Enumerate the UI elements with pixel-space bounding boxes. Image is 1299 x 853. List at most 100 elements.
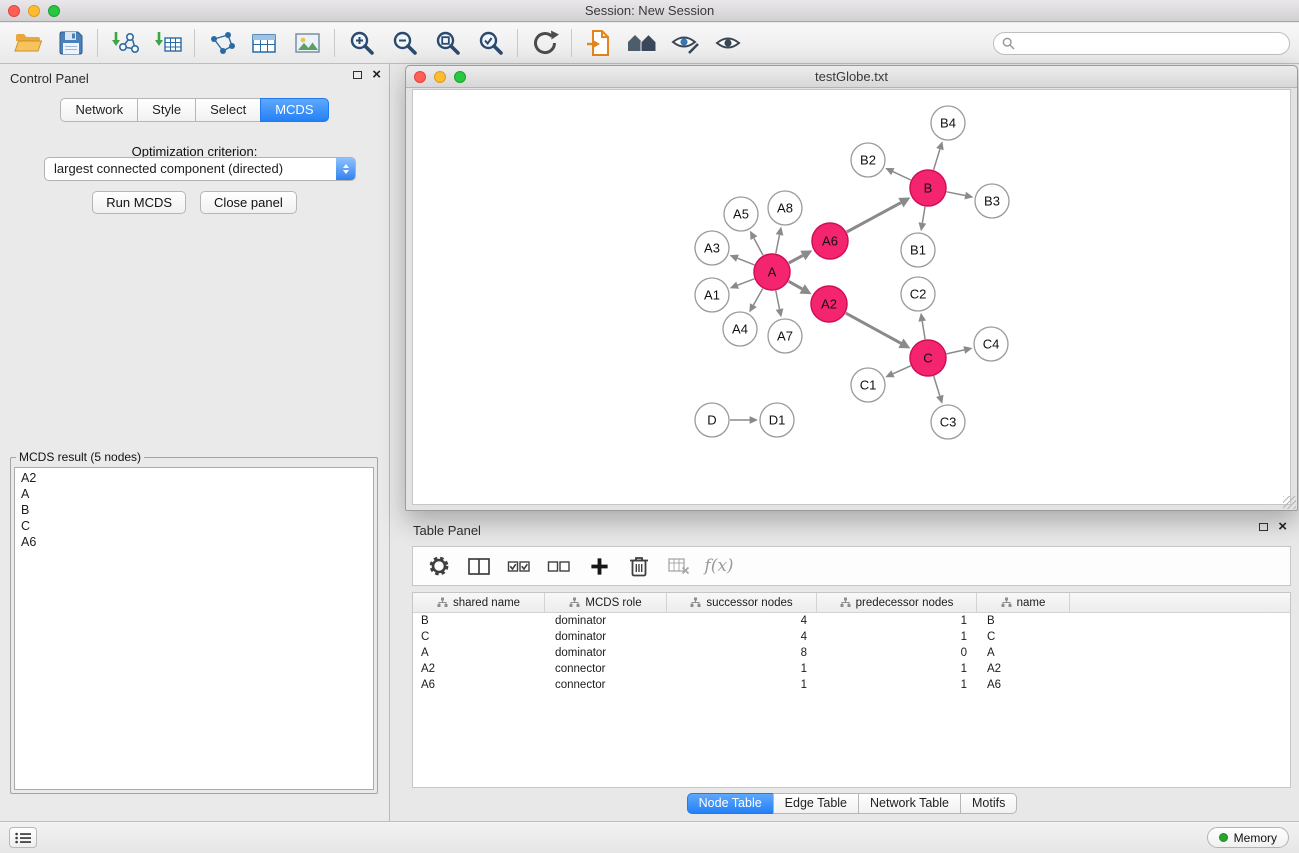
graph-node-B[interactable]: B bbox=[910, 170, 946, 206]
graph-node-B4[interactable]: B4 bbox=[931, 106, 965, 140]
graph-edge-A-A2[interactable] bbox=[789, 281, 803, 289]
style-preview-button[interactable] bbox=[663, 25, 706, 61]
close-panel-icon[interactable]: × bbox=[372, 70, 381, 80]
new-table-button[interactable] bbox=[243, 25, 286, 61]
zoom-selected-button[interactable] bbox=[469, 25, 512, 61]
graph-node-D1[interactable]: D1 bbox=[760, 403, 794, 437]
function-builder-button[interactable]: f(x) bbox=[701, 550, 737, 582]
graph-edge-A-A1[interactable] bbox=[738, 279, 755, 285]
show-graphics-details-button[interactable] bbox=[706, 25, 749, 61]
table-row[interactable]: A2connector11A2 bbox=[413, 661, 1290, 677]
memory-button[interactable]: Memory bbox=[1207, 827, 1289, 848]
import-table-from-file-button[interactable] bbox=[146, 25, 189, 61]
result-item[interactable]: C bbox=[21, 518, 367, 534]
zoom-window-button[interactable] bbox=[48, 5, 60, 17]
zoom-out-button[interactable] bbox=[383, 25, 426, 61]
network-window-titlebar[interactable]: testGlobe.txt bbox=[406, 66, 1297, 88]
graph-node-A5[interactable]: A5 bbox=[724, 197, 758, 231]
graph-edge-A-A6[interactable] bbox=[789, 256, 803, 264]
graph-edge-A6-B[interactable] bbox=[847, 203, 901, 232]
graph-edge-B-B3[interactable] bbox=[947, 192, 966, 196]
result-item[interactable]: A2 bbox=[21, 470, 367, 486]
export-image-button[interactable] bbox=[286, 25, 329, 61]
graph-edge-A2-C[interactable] bbox=[846, 313, 901, 343]
graph-edge-C-C3[interactable] bbox=[934, 376, 940, 396]
column-visibility-button[interactable] bbox=[461, 550, 497, 582]
delete-column-button[interactable] bbox=[621, 550, 657, 582]
refresh-button[interactable] bbox=[523, 25, 566, 61]
graph-edge-B-B2[interactable] bbox=[893, 172, 911, 180]
search-box[interactable] bbox=[993, 32, 1290, 55]
graph-node-A1[interactable]: A1 bbox=[695, 278, 729, 312]
graph-edge-C-C4[interactable] bbox=[947, 350, 965, 354]
close-panel-icon[interactable]: × bbox=[1278, 522, 1287, 532]
column-header-predecessor-nodes[interactable]: predecessor nodes bbox=[817, 593, 977, 612]
tab-node-table[interactable]: Node Table bbox=[687, 793, 774, 814]
graph-node-A2[interactable]: A2 bbox=[811, 286, 847, 322]
zoom-fit-button[interactable] bbox=[426, 25, 469, 61]
save-session-button[interactable] bbox=[49, 25, 92, 61]
graph-edge-A-A4[interactable] bbox=[753, 289, 762, 306]
zoom-in-button[interactable] bbox=[340, 25, 383, 61]
delete-table-button[interactable] bbox=[661, 550, 697, 582]
tab-mcds[interactable]: MCDS bbox=[260, 98, 328, 122]
graph-node-A8[interactable]: A8 bbox=[768, 191, 802, 225]
minimize-window-button[interactable] bbox=[434, 71, 446, 83]
task-history-button[interactable] bbox=[9, 827, 37, 848]
result-item[interactable]: A bbox=[21, 486, 367, 502]
graph-node-C2[interactable]: C2 bbox=[901, 277, 935, 311]
open-session-file-button[interactable] bbox=[577, 25, 620, 61]
search-input[interactable] bbox=[1020, 37, 1281, 51]
graph-node-C1[interactable]: C1 bbox=[851, 368, 885, 402]
new-network-button[interactable] bbox=[200, 25, 243, 61]
graph-node-B1[interactable]: B1 bbox=[901, 233, 935, 267]
minimize-window-button[interactable] bbox=[28, 5, 40, 17]
criterion-dropdown[interactable]: largest connected component (directed) bbox=[44, 157, 356, 181]
add-column-button[interactable] bbox=[581, 550, 617, 582]
graph-node-C3[interactable]: C3 bbox=[931, 405, 965, 439]
tab-motifs[interactable]: Motifs bbox=[960, 793, 1017, 814]
tab-select[interactable]: Select bbox=[195, 98, 261, 122]
result-item[interactable]: A6 bbox=[21, 534, 367, 550]
tab-style[interactable]: Style bbox=[137, 98, 196, 122]
graph-node-A4[interactable]: A4 bbox=[723, 312, 757, 346]
column-header-MCDS-role[interactable]: MCDS role bbox=[545, 593, 667, 612]
mcds-result-list[interactable]: A2ABCA6 bbox=[14, 467, 374, 790]
graph-node-A6[interactable]: A6 bbox=[812, 223, 848, 259]
open-file-button[interactable] bbox=[6, 25, 49, 61]
table-row[interactable]: Cdominator41C bbox=[413, 629, 1290, 645]
graph-edge-A-A8[interactable] bbox=[776, 235, 780, 254]
tab-network[interactable]: Network bbox=[60, 98, 138, 122]
table-row[interactable]: Adominator80A bbox=[413, 645, 1290, 661]
run-mcds-button[interactable]: Run MCDS bbox=[92, 191, 186, 214]
tab-network-table[interactable]: Network Table bbox=[858, 793, 961, 814]
graph-node-A7[interactable]: A7 bbox=[768, 319, 802, 353]
node-table[interactable]: shared nameMCDS rolesuccessor nodesprede… bbox=[412, 592, 1291, 788]
column-header-name[interactable]: name bbox=[977, 593, 1070, 612]
graph-node-D[interactable]: D bbox=[695, 403, 729, 437]
close-window-button[interactable] bbox=[414, 71, 426, 83]
table-row[interactable]: A6connector11A6 bbox=[413, 677, 1290, 693]
graph-edge-C-C1[interactable] bbox=[893, 366, 911, 374]
graph-node-C[interactable]: C bbox=[910, 340, 946, 376]
zoom-window-button[interactable] bbox=[454, 71, 466, 83]
graph-node-A3[interactable]: A3 bbox=[695, 231, 729, 265]
float-panel-icon[interactable] bbox=[1259, 523, 1268, 531]
result-item[interactable]: B bbox=[21, 502, 367, 518]
graph-edge-A-A3[interactable] bbox=[737, 258, 754, 265]
table-row[interactable]: Bdominator41B bbox=[413, 613, 1290, 629]
column-header-shared-name[interactable]: shared name bbox=[413, 593, 545, 612]
titlebar[interactable]: Session: New Session bbox=[0, 0, 1299, 22]
graph-edge-B-B4[interactable] bbox=[934, 149, 940, 170]
resize-grip[interactable] bbox=[1283, 496, 1296, 509]
select-all-button[interactable] bbox=[501, 550, 537, 582]
tab-edge-table[interactable]: Edge Table bbox=[773, 793, 859, 814]
network-canvas[interactable]: B4B2BB3A8A5A6A3B1AA1C2A2A4A7C4CC1C3DD1 bbox=[412, 89, 1291, 505]
graph-edge-B-B1[interactable] bbox=[922, 207, 925, 223]
close-window-button[interactable] bbox=[8, 5, 20, 17]
column-header-successor-nodes[interactable]: successor nodes bbox=[667, 593, 817, 612]
float-panel-icon[interactable] bbox=[353, 71, 362, 79]
network-view-window[interactable]: testGlobe.txt B4B2BB3A8A5A6A3B1AA1C2A2A4… bbox=[405, 65, 1298, 511]
graph-node-B2[interactable]: B2 bbox=[851, 143, 885, 177]
home-button[interactable] bbox=[620, 25, 663, 61]
